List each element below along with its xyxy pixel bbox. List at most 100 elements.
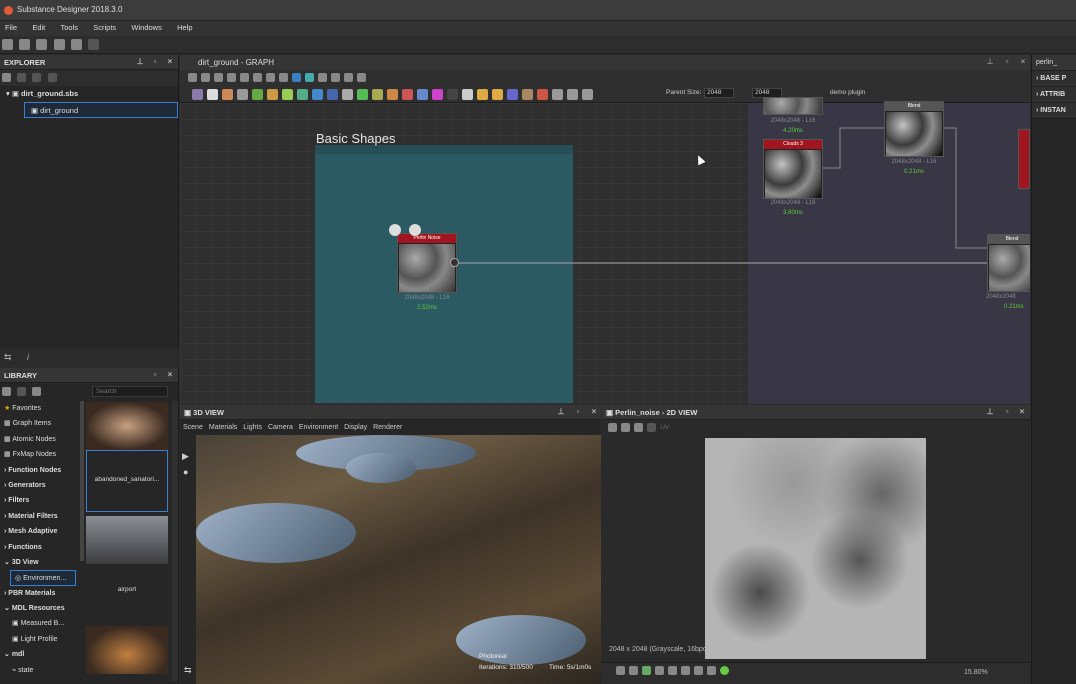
close-icon[interactable]: × [165, 370, 175, 380]
category-scrollbar[interactable] [80, 401, 84, 561]
node-icon-20[interactable] [477, 89, 488, 100]
node-icon-19[interactable] [462, 89, 473, 100]
histogram-icon[interactable] [694, 666, 703, 675]
node-icon-12[interactable] [357, 89, 368, 100]
menu-renderer[interactable]: Renderer [370, 424, 405, 431]
checker-icon[interactable] [629, 666, 638, 675]
alpha-icon[interactable] [655, 666, 664, 675]
uv-icon[interactable] [647, 423, 656, 432]
tools-icon[interactable] [344, 73, 353, 82]
node-icon-7[interactable] [282, 89, 293, 100]
node-blend-1[interactable]: Blend [884, 101, 944, 157]
node-icon-21[interactable] [492, 89, 503, 100]
package-item[interactable]: ▾ ▣ dirt_ground.sbs [0, 86, 178, 102]
menu-scene[interactable]: Scene [180, 424, 206, 431]
redo-icon[interactable] [88, 39, 100, 50]
node-icon-26[interactable] [567, 89, 578, 100]
category-light-profile[interactable]: ▣ Light Profile [0, 632, 80, 647]
close-icon[interactable]: × [1018, 57, 1028, 67]
node-icon-13[interactable] [372, 89, 383, 100]
float-icon[interactable]: ▫ [150, 370, 160, 380]
pin-icon[interactable]: ⊥ [135, 57, 145, 67]
image-icon[interactable] [707, 666, 716, 675]
category-functions[interactable]: › Functions [0, 540, 80, 555]
graph-item[interactable]: ▣ dirt_ground [24, 102, 178, 118]
category-state[interactable]: ⌁ state [0, 663, 80, 678]
node-perlin-noise[interactable]: Perlin Noise [397, 233, 457, 293]
menu-edit[interactable]: Edit [27, 21, 53, 32]
node-icon-1[interactable] [192, 89, 203, 100]
node-top[interactable] [763, 97, 823, 115]
node-icon-2[interactable] [207, 89, 218, 100]
node-icon-22[interactable] [507, 89, 518, 100]
menu-display[interactable]: Display [341, 424, 370, 431]
zoom-level[interactable]: 15.80% [964, 669, 988, 676]
category-pbr-materials[interactable]: › PBR Materials [0, 586, 80, 601]
settings-icon[interactable] [47, 73, 57, 82]
category-function-nodes[interactable]: › Function Nodes [0, 463, 80, 478]
node-icon-25[interactable] [552, 89, 563, 100]
save-icon[interactable] [53, 39, 65, 50]
category-fxmap-nodes[interactable]: ▦ FxMap Nodes [0, 447, 80, 462]
menu-windows[interactable]: Windows [126, 21, 169, 32]
menu-materials[interactable]: Materials [206, 424, 240, 431]
section-instance[interactable]: › INSTAN [1032, 103, 1076, 119]
toggle-icon[interactable]: ⇆ [184, 665, 192, 676]
tree-toggle-icon[interactable]: ⇆ [4, 352, 12, 363]
category-mdl-resources[interactable]: ⌄ MDL Resources [0, 601, 80, 616]
node-icon-14[interactable] [387, 89, 398, 100]
node-icon-9[interactable] [312, 89, 323, 100]
search-icon[interactable] [240, 73, 249, 82]
3d-viewport[interactable]: Photoreal Iterations: 310/500 Time: 5s/1… [196, 435, 601, 684]
category-material-filters[interactable]: › Material Filters [0, 509, 80, 524]
fit-icon[interactable] [608, 423, 617, 432]
publish-icon[interactable] [32, 73, 42, 82]
pin-icon[interactable]: ⊥ [985, 57, 995, 67]
node-blend-2[interactable]: Blend [987, 234, 1030, 292]
category-filters[interactable]: › Filters [0, 493, 80, 508]
node-icon-11[interactable] [342, 89, 353, 100]
layout-icon[interactable] [266, 73, 275, 82]
info-icon[interactable] [681, 666, 690, 675]
link-icon[interactable] [305, 73, 314, 82]
menu-tools[interactable]: Tools [56, 21, 87, 32]
export-icon[interactable] [17, 73, 27, 82]
menu-environment[interactable]: Environment [296, 424, 341, 431]
open-icon[interactable] [36, 39, 48, 50]
pick-icon[interactable] [331, 73, 340, 82]
category-3d-view[interactable]: ⌄ 3D View [0, 555, 80, 570]
save-package-icon[interactable] [2, 73, 11, 82]
menu-file[interactable]: File [0, 21, 25, 32]
section-attributes[interactable]: › ATTRIB [1032, 87, 1076, 103]
edit-icon[interactable] [32, 387, 42, 396]
node-clouds-3[interactable]: Clouds 3 [763, 139, 823, 199]
menu-help[interactable]: Help [172, 21, 200, 32]
center-icon[interactable] [201, 73, 210, 82]
channels-icon[interactable] [642, 666, 651, 675]
color-icon[interactable] [720, 666, 729, 675]
library-search-input[interactable] [92, 386, 168, 397]
category-mdl[interactable]: ⌄ mdl [0, 647, 80, 662]
uv-select[interactable]: UV [660, 424, 669, 431]
undo-icon[interactable] [70, 39, 82, 50]
copy-icon[interactable] [634, 423, 643, 432]
env-thumb-3[interactable] [86, 626, 168, 674]
env-thumb-airport[interactable] [86, 516, 168, 564]
section-base-parameters[interactable]: › BASE P [1032, 71, 1076, 87]
properties-tab[interactable]: perlin_ [1032, 55, 1076, 71]
pin-icon[interactable]: ⊥ [985, 407, 995, 417]
node-icon-23[interactable] [522, 89, 533, 100]
env-label-abandoned[interactable]: abandoned_sanatori... [86, 450, 168, 512]
float-icon[interactable]: ▫ [150, 57, 160, 67]
table-icon[interactable] [279, 73, 288, 82]
menu-lights[interactable]: Lights [240, 424, 265, 431]
info-tool-icon[interactable] [227, 73, 236, 82]
menu-camera[interactable]: Camera [265, 424, 296, 431]
library-menu-icon[interactable] [2, 387, 11, 396]
2d-texture-preview[interactable] [705, 438, 926, 659]
node-icon-15[interactable] [402, 89, 413, 100]
save-image-icon[interactable] [621, 423, 630, 432]
env-thumb-abandoned[interactable] [86, 402, 168, 450]
category-atomic-nodes[interactable]: ▦ Atomic Nodes [0, 432, 80, 447]
category-measured[interactable]: ▣ Measured B... [0, 616, 80, 631]
